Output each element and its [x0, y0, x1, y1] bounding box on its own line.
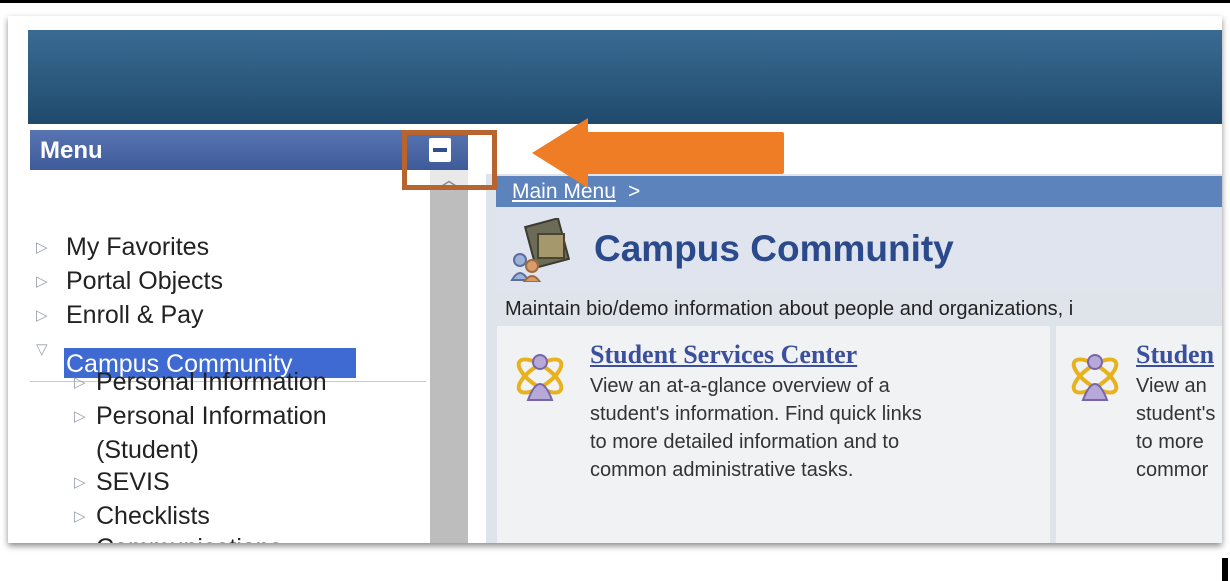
expand-arrow-icon[interactable]: ▷: [36, 306, 48, 324]
page-description: Maintain bio/demo information about peop…: [505, 298, 1074, 320]
header-banner: [28, 30, 1222, 124]
card-description-line: View an at-a-glance overview of a: [590, 375, 890, 397]
expand-arrow-icon[interactable]: ▷: [74, 473, 86, 491]
page-title-area: Campus Community: [496, 208, 1222, 290]
expand-arrow-icon[interactable]: ▷: [36, 238, 48, 256]
submenu-item-checklists[interactable]: Checklists: [96, 502, 210, 531]
card-description-line: student's information. Find quick links: [590, 403, 922, 425]
card-description-line: to more: [1136, 431, 1204, 453]
menu-item-portal-objects[interactable]: Portal Objects: [66, 267, 223, 296]
card-description-line: View an: [1136, 375, 1207, 397]
card-description-line: common administrative tasks.: [590, 459, 854, 481]
menu-scrollbar[interactable]: ︿: [430, 169, 468, 543]
submenu-item-personal-information-student[interactable]: Personal Information: [96, 402, 327, 431]
menu-item-enroll-pay[interactable]: Enroll & Pay: [66, 301, 204, 330]
submenu-item-communications[interactable]: Communications: [96, 534, 282, 543]
expand-arrow-icon[interactable]: ▷: [74, 373, 86, 391]
atom-person-icon: [516, 354, 564, 401]
card-description-line: student's: [1136, 403, 1216, 425]
atom-person-icon: [1071, 354, 1119, 401]
expand-arrow-icon[interactable]: ▷: [36, 272, 48, 290]
menu-tree: ▷ My Favorites ▷ Portal Objects ▷ Enroll…: [30, 170, 426, 543]
annotation-highlight-box: [402, 130, 497, 190]
card-student-services-center[interactable]: Student Services Center View an at-a-gla…: [497, 326, 1050, 543]
annotation-arrow-shaft: [586, 132, 784, 174]
collapse-arrow-icon[interactable]: ▽: [36, 340, 48, 358]
card-student-partial[interactable]: Studen View an student's to more commor: [1056, 326, 1222, 543]
annotation-arrow-head: [532, 118, 588, 188]
card-description: View an student's to more commor: [1136, 372, 1215, 484]
expand-arrow-icon[interactable]: ▷: [74, 407, 86, 425]
submenu-item-student-suffix[interactable]: (Student): [96, 436, 199, 465]
corner-mark: [1222, 558, 1228, 581]
card-title[interactable]: Studen: [1136, 340, 1214, 370]
breadcrumb: Main Menu >: [496, 176, 1222, 207]
screenshot-frame: Menu ▷ My Favorites ▷ Portal Objects ▷ E…: [8, 16, 1222, 543]
card-description-line: to more detailed information and to: [590, 431, 900, 453]
card-title[interactable]: Student Services Center: [590, 340, 857, 370]
menu-panel: Menu ▷ My Favorites ▷ Portal Objects ▷ E…: [30, 130, 468, 543]
card-description-line: commor: [1136, 459, 1209, 481]
expand-arrow-icon[interactable]: ▷: [74, 507, 86, 525]
campus-community-icon: [510, 218, 571, 282]
card-description: View an at-a-glance overview of a studen…: [590, 372, 922, 484]
page-title: Campus Community: [594, 228, 954, 269]
top-border-line: [0, 0, 1230, 3]
submenu-item-sevis[interactable]: SEVIS: [96, 468, 170, 497]
menu-item-my-favorites[interactable]: My Favorites: [66, 233, 209, 262]
menu-title: Menu: [40, 137, 103, 164]
breadcrumb-separator: >: [628, 180, 641, 203]
submenu-item-personal-information[interactable]: Personal Information: [96, 368, 327, 397]
expand-arrow-icon[interactable]: ▷: [74, 539, 86, 543]
